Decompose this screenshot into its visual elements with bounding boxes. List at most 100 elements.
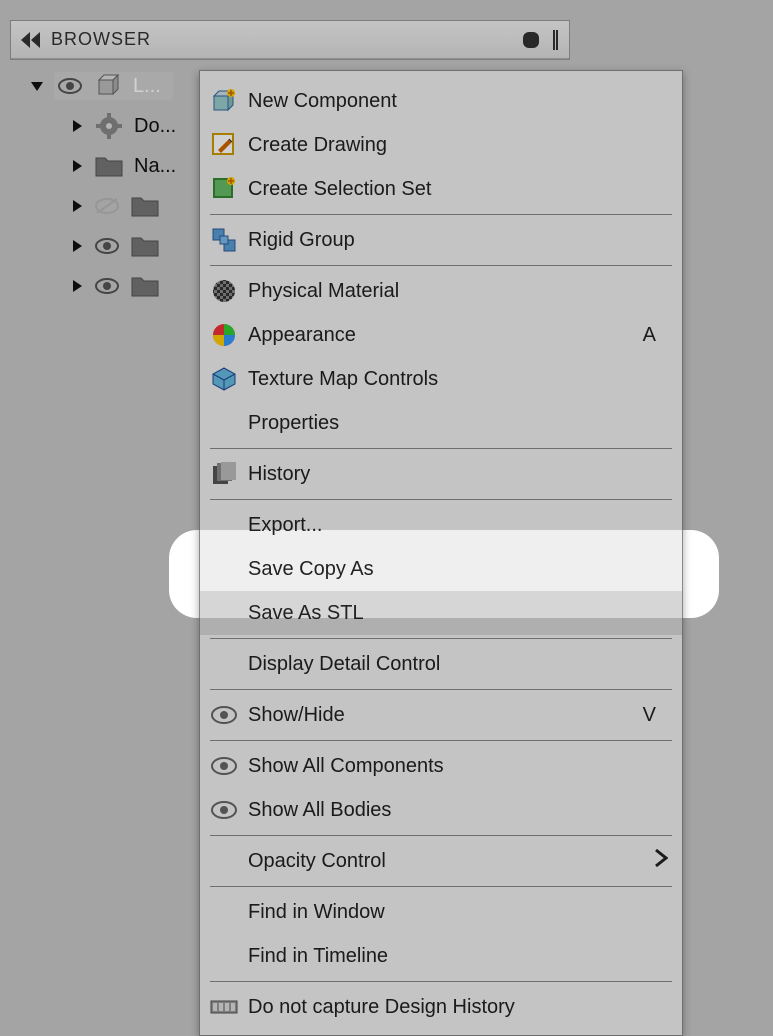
tree-item-label: Na...	[134, 155, 176, 178]
menu-show-all-components[interactable]: Show All Components	[200, 744, 682, 788]
menu-appearance[interactable]: Appearance A	[200, 313, 682, 357]
menu-label: Physical Material	[248, 280, 668, 303]
menu-label: Rigid Group	[248, 229, 668, 252]
menu-label: Export...	[248, 514, 668, 537]
menu-label: Properties	[248, 412, 668, 435]
menu-label: Show All Bodies	[248, 799, 668, 822]
visibility-eye-off-icon[interactable]	[94, 193, 120, 219]
menu-label: Show/Hide	[248, 704, 643, 727]
menu-separator	[210, 740, 672, 741]
menu-separator	[210, 499, 672, 500]
menu-new-component[interactable]: New Component	[200, 79, 682, 123]
browser-panel-title: BROWSER	[51, 29, 523, 50]
menu-separator	[210, 448, 672, 449]
menu-opacity-control[interactable]: Opacity Control	[200, 839, 682, 883]
component-cube-icon	[93, 73, 123, 99]
menu-find-in-timeline[interactable]: Find in Timeline	[200, 934, 682, 978]
rewind-icon[interactable]	[19, 28, 43, 52]
menu-label: Find in Window	[248, 901, 668, 924]
menu-label: Create Selection Set	[248, 178, 668, 201]
menu-separator	[210, 214, 672, 215]
menu-save-copy-as[interactable]: Save Copy As	[200, 547, 682, 591]
eye-icon	[208, 700, 240, 730]
minimize-icon[interactable]	[523, 32, 539, 48]
menu-find-in-window[interactable]: Find in Window	[200, 890, 682, 934]
blank-icon	[208, 510, 240, 540]
selection-set-icon	[208, 174, 240, 204]
eye-icon	[208, 795, 240, 825]
blank-icon	[208, 897, 240, 927]
menu-label: History	[248, 463, 668, 486]
expand-arrow-icon[interactable]	[70, 279, 84, 293]
expand-arrow-icon[interactable]	[70, 239, 84, 253]
expand-arrow-icon[interactable]	[70, 159, 84, 173]
menu-label: Opacity Control	[248, 850, 654, 873]
menu-properties[interactable]: Properties	[200, 401, 682, 445]
menu-separator	[210, 981, 672, 982]
menu-shortcut: A	[643, 324, 656, 347]
new-component-icon	[208, 86, 240, 116]
menu-label: Do not capture Design History	[248, 996, 668, 1019]
menu-label: Create Drawing	[248, 134, 668, 157]
gear-icon	[94, 113, 124, 139]
create-drawing-icon	[208, 130, 240, 160]
tree-item-label: L...	[133, 75, 161, 98]
menu-label: Texture Map Controls	[248, 368, 668, 391]
menu-separator	[210, 265, 672, 266]
menu-physical-material[interactable]: Physical Material	[200, 269, 682, 313]
menu-label: Show All Components	[248, 755, 668, 778]
menu-show-hide[interactable]: Show/Hide V	[200, 693, 682, 737]
blank-icon	[208, 846, 240, 876]
menu-separator	[210, 886, 672, 887]
expand-arrow-icon[interactable]	[70, 199, 84, 213]
menu-shortcut: V	[643, 704, 656, 727]
blank-icon	[208, 649, 240, 679]
menu-display-detail-control[interactable]: Display Detail Control	[200, 642, 682, 686]
tree-item-label: Do...	[134, 115, 176, 138]
blank-icon	[208, 554, 240, 584]
menu-label: Save As STL	[248, 602, 668, 625]
collapse-arrow-icon[interactable]	[30, 79, 44, 93]
menu-label: New Component	[248, 90, 668, 113]
menu-separator	[210, 689, 672, 690]
browser-header-controls	[523, 30, 555, 50]
menu-label: Appearance	[248, 324, 643, 347]
blank-icon	[208, 408, 240, 438]
blank-icon	[208, 941, 240, 971]
menu-label: Display Detail Control	[248, 653, 668, 676]
visibility-eye-icon[interactable]	[94, 233, 120, 259]
appearance-icon	[208, 320, 240, 350]
menu-separator	[210, 638, 672, 639]
visibility-eye-icon[interactable]	[57, 73, 83, 99]
menu-rigid-group[interactable]: Rigid Group	[200, 218, 682, 262]
folder-icon	[130, 193, 160, 219]
menu-create-drawing[interactable]: Create Drawing	[200, 123, 682, 167]
browser-panel: BROWSER	[10, 20, 570, 60]
material-icon	[208, 276, 240, 306]
folder-icon	[94, 153, 124, 179]
menu-history[interactable]: History	[200, 452, 682, 496]
menu-separator	[210, 835, 672, 836]
menu-label: Find in Timeline	[248, 945, 668, 968]
submenu-arrow-icon	[654, 848, 668, 874]
eye-icon	[208, 751, 240, 781]
blank-icon	[208, 598, 240, 628]
timeline-icon	[208, 992, 240, 1022]
texture-icon	[208, 364, 240, 394]
history-icon	[208, 459, 240, 489]
menu-export[interactable]: Export...	[200, 503, 682, 547]
browser-header: BROWSER	[11, 21, 569, 59]
drag-handle-icon[interactable]	[553, 30, 555, 50]
menu-create-selection-set[interactable]: Create Selection Set	[200, 167, 682, 211]
rigid-group-icon	[208, 225, 240, 255]
folder-icon	[130, 273, 160, 299]
menu-do-not-capture-history[interactable]: Do not capture Design History	[200, 985, 682, 1029]
menu-show-all-bodies[interactable]: Show All Bodies	[200, 788, 682, 832]
context-menu: New Component Create Drawing Create Sele…	[199, 70, 683, 1036]
menu-texture-map-controls[interactable]: Texture Map Controls	[200, 357, 682, 401]
menu-save-as-stl[interactable]: Save As STL	[200, 591, 682, 635]
menu-label: Save Copy As	[248, 558, 668, 581]
folder-icon	[130, 233, 160, 259]
expand-arrow-icon[interactable]	[70, 119, 84, 133]
visibility-eye-icon[interactable]	[94, 273, 120, 299]
